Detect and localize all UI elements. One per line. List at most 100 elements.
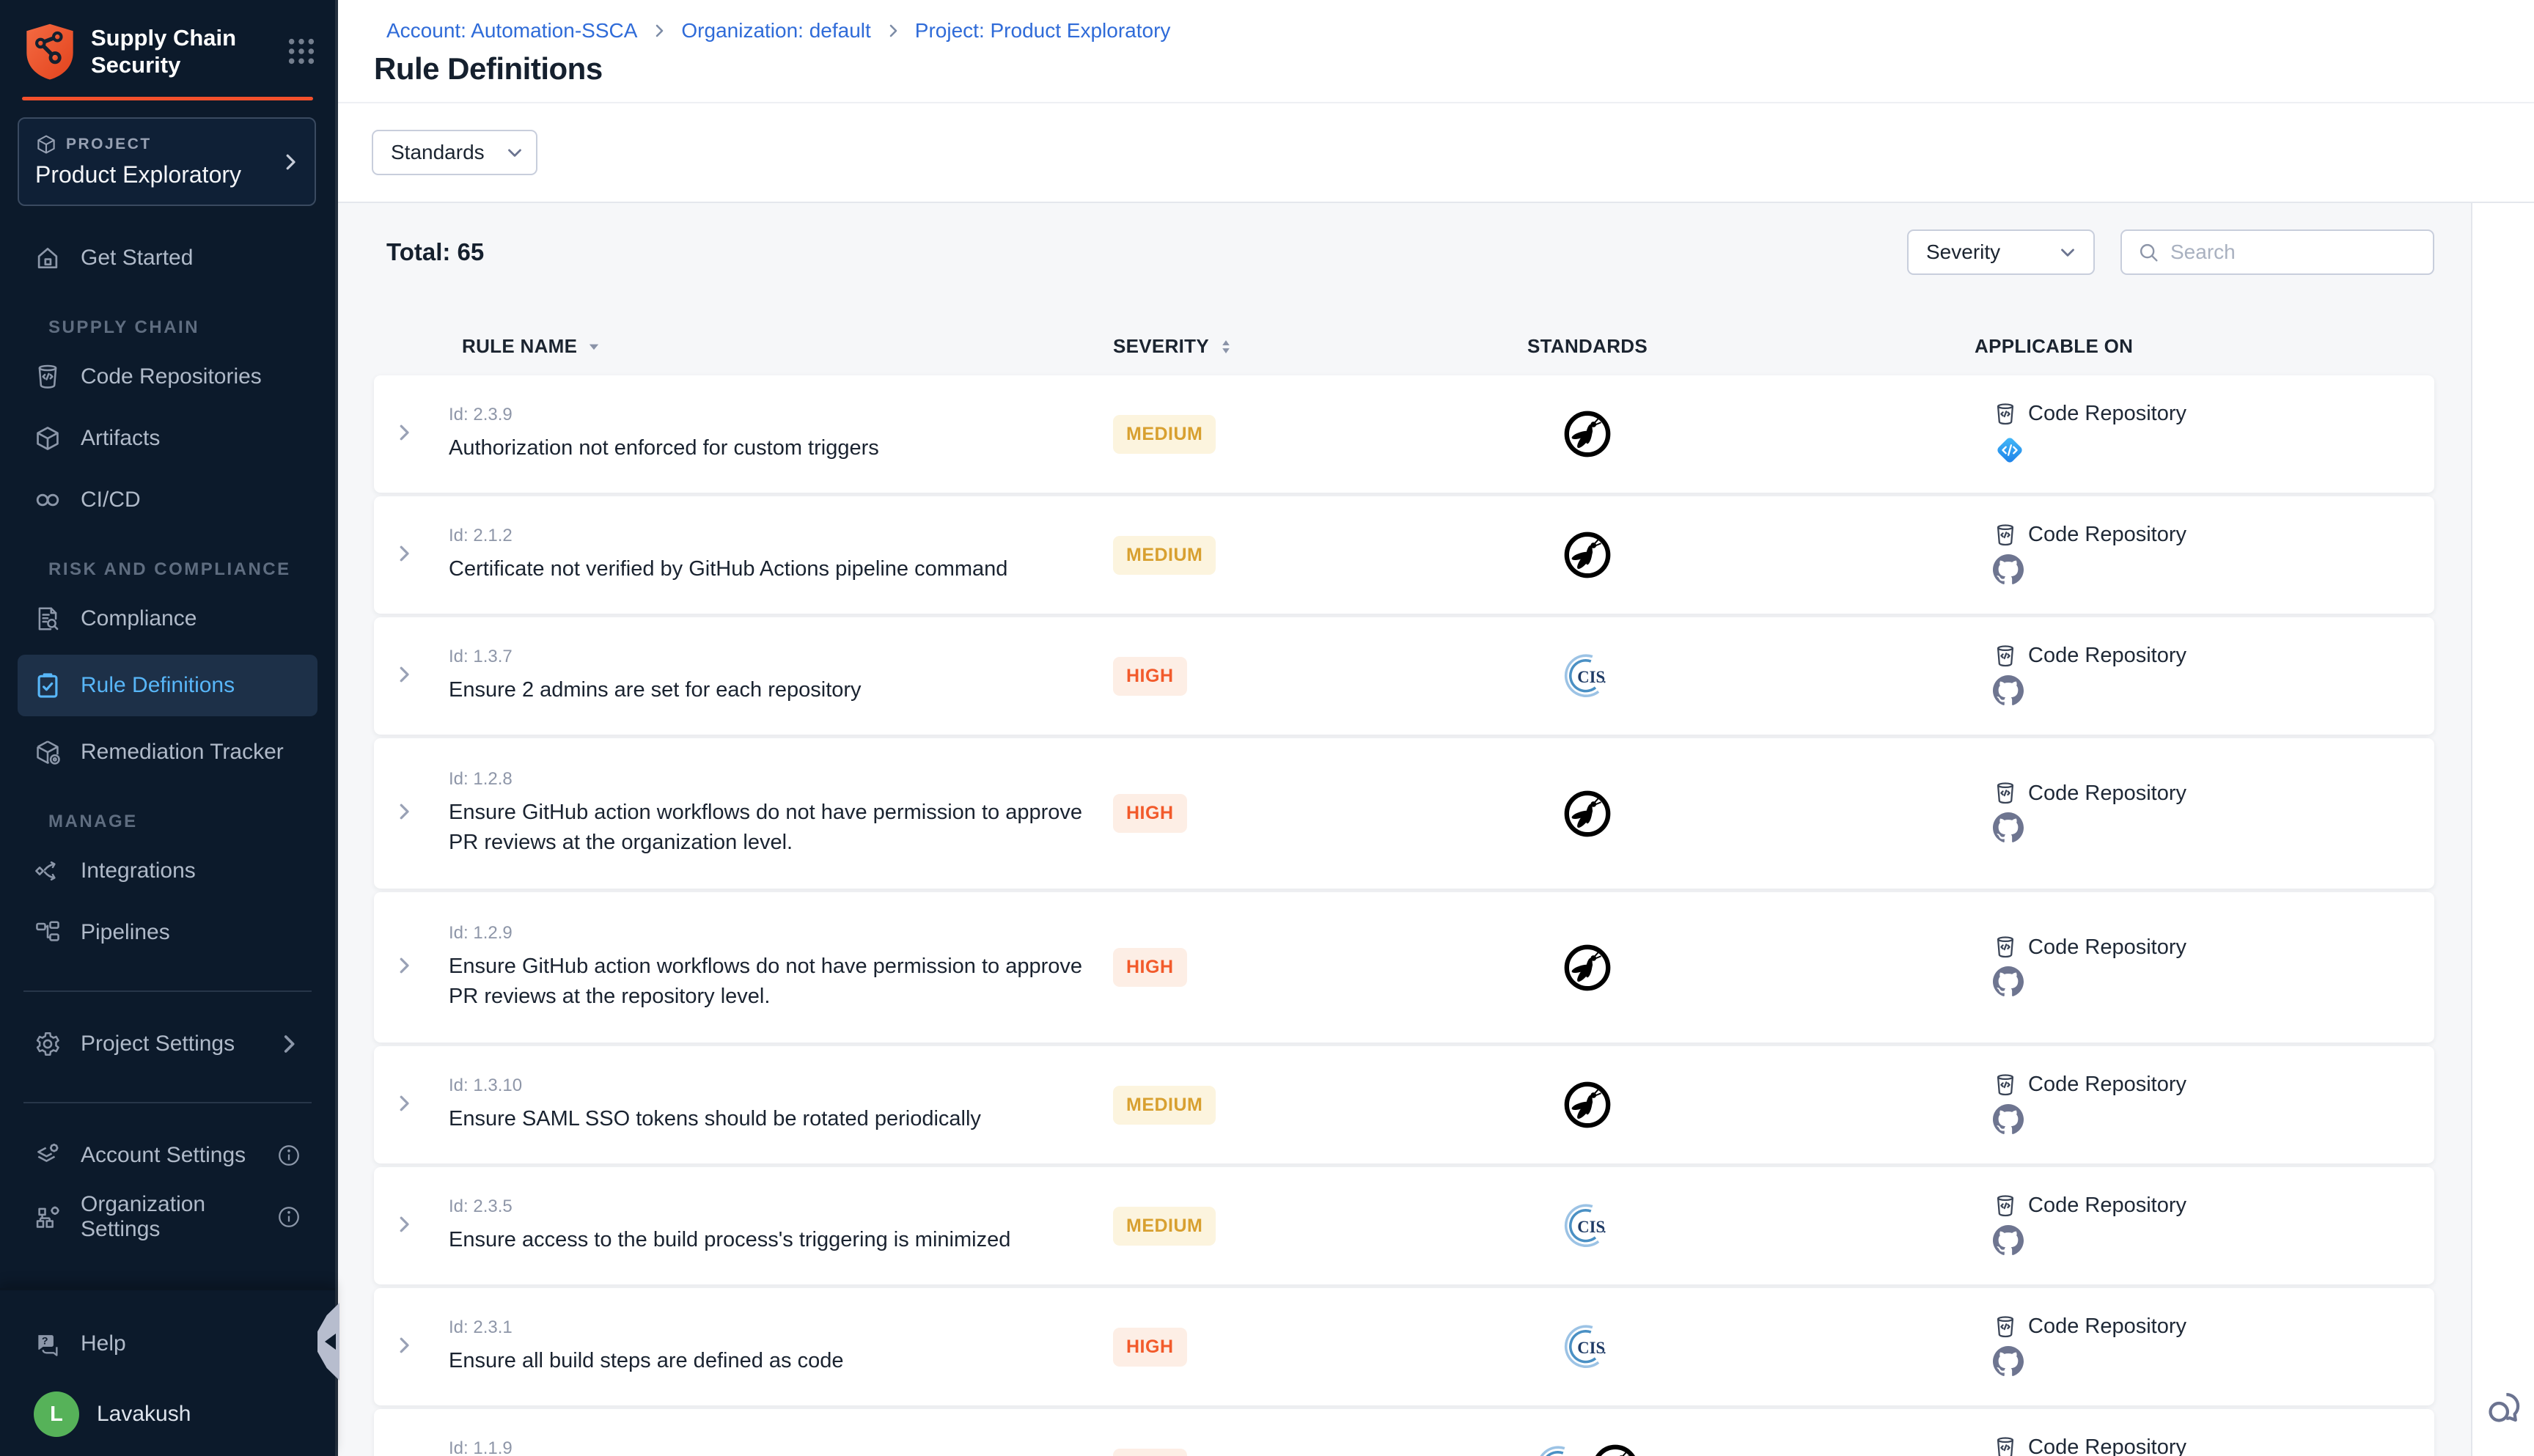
- sidebar-header: Supply Chain Security: [0, 0, 335, 97]
- sidebar-item-artifacts[interactable]: Artifacts: [18, 413, 317, 464]
- row-expand-chevron[interactable]: [374, 663, 449, 689]
- github-icon: [1993, 1104, 2024, 1135]
- sidebar-item-account-settings[interactable]: Account Settings: [18, 1130, 317, 1181]
- sidebar-item-label: Rule Definitions: [81, 673, 235, 698]
- row-expand-chevron[interactable]: [374, 1092, 449, 1118]
- sidebar-item-integrations[interactable]: Integrations: [18, 845, 317, 897]
- severity-badge: HIGH: [1113, 948, 1187, 987]
- breadcrumb-project-link[interactable]: Project: Product Exploratory: [915, 19, 1171, 43]
- user-menu[interactable]: L Lavakush: [18, 1391, 317, 1437]
- page-title: Rule Definitions: [374, 51, 2534, 87]
- app-root: Supply Chain Security PROJECT Product Ex…: [0, 0, 2534, 1456]
- module-accent-bar: [22, 97, 313, 100]
- rule-name: Ensure 2 admins are set for each reposit…: [449, 675, 1101, 705]
- source-provider: [1993, 1104, 2434, 1138]
- rule-name: Ensure GitHub action workflows do not ha…: [449, 798, 1101, 857]
- github-icon: [1993, 1225, 2024, 1256]
- source-provider: [1993, 1225, 2434, 1259]
- github-icon: [1993, 554, 2024, 585]
- breadcrumb-account-link[interactable]: Account: Automation-SSCA: [386, 19, 637, 43]
- severity-badge: MEDIUM: [1113, 415, 1216, 454]
- sidebar-item-get-started[interactable]: Get Started: [18, 232, 317, 284]
- total-count: Total: 65: [374, 238, 484, 266]
- code-repository-icon: [1993, 402, 2018, 427]
- code-repository-icon: [1993, 1073, 2018, 1097]
- sidebar-item-pipelines[interactable]: Pipelines: [18, 907, 317, 958]
- column-header-rule-name[interactable]: RULE NAME: [449, 335, 1113, 358]
- row-expand-chevron[interactable]: [374, 422, 449, 447]
- owasp-standard-icon: [1591, 1444, 1639, 1456]
- code-repository-icon: [1993, 523, 2018, 548]
- standards-icons: [1364, 1444, 1811, 1456]
- standards-icons: [1364, 652, 1811, 700]
- owasp-standard-icon: [1563, 410, 1612, 458]
- info-icon: [276, 1205, 301, 1229]
- integrations-icon: [34, 857, 62, 885]
- applicable-on-text: Code Repository: [2028, 523, 2186, 547]
- sidebar-item-help[interactable]: Help: [18, 1318, 317, 1369]
- row-expand-chevron[interactable]: [374, 801, 449, 826]
- column-header-standards: STANDARDS: [1364, 335, 1811, 358]
- get-started-icon: [34, 244, 62, 272]
- sidebar-section-label: SUPPLY CHAIN: [18, 317, 317, 338]
- sort-icon: [1218, 339, 1234, 355]
- chat-support-icon[interactable]: [2484, 1387, 2524, 1427]
- severity-badge: MEDIUM: [1113, 536, 1216, 575]
- severity-badge: HIGH: [1113, 1328, 1187, 1367]
- code-repository-icon: [1993, 1194, 2018, 1218]
- severity-badge: MEDIUM: [1113, 1207, 1216, 1246]
- cicd-icon: [34, 486, 62, 514]
- source-provider: [1993, 966, 2434, 1000]
- rule-name: Ensure access to the build process's tri…: [449, 1225, 1101, 1255]
- rules-list: Id: 2.3.9 Authorization not enforced for…: [374, 375, 2434, 1456]
- sidebar-item-rule-definitions[interactable]: Rule Definitions: [18, 655, 317, 716]
- table-toolbar: Total: 65 Severity: [374, 228, 2434, 276]
- rule-row: Id: 2.1.2 Certificate not verified by Gi…: [374, 496, 2434, 614]
- standards-dropdown[interactable]: Standards: [372, 130, 537, 175]
- row-expand-chevron[interactable]: [374, 1334, 449, 1360]
- project-selector[interactable]: PROJECT Product Exploratory: [18, 117, 316, 206]
- sidebar-item-remediation-tracker[interactable]: Remediation Tracker: [18, 727, 317, 778]
- row-expand-chevron[interactable]: [374, 955, 449, 980]
- page-header: Account: Automation-SSCA Organization: d…: [338, 0, 2534, 103]
- cis-standard-icon: [1563, 1323, 1612, 1371]
- right-gutter: [2471, 203, 2534, 1456]
- sidebar-item-cicd[interactable]: CI/CD: [18, 474, 317, 526]
- severity-badge: MEDIUM: [1113, 1086, 1216, 1125]
- sidebar-item-organization-settings[interactable]: Organization Settings: [18, 1191, 317, 1243]
- rule-row: Id: 2.3.9 Authorization not enforced for…: [374, 375, 2434, 493]
- severity-dropdown[interactable]: Severity: [1907, 229, 2095, 275]
- project-label: PROJECT: [66, 136, 152, 153]
- sidebar-item-label: Pipelines: [81, 920, 170, 945]
- row-expand-chevron[interactable]: [374, 1213, 449, 1239]
- rules-content: Total: 65 Severity RULE NAME: [338, 203, 2471, 1456]
- column-header-severity[interactable]: SEVERITY: [1113, 335, 1364, 358]
- user-name: Lavakush: [97, 1402, 191, 1427]
- row-expand-chevron[interactable]: [374, 543, 449, 568]
- rule-row: Id: 1.3.7 Ensure 2 admins are set for ea…: [374, 617, 2434, 735]
- harness-code-icon: [1993, 433, 2027, 467]
- chevron-right-icon: [393, 543, 415, 565]
- sidebar-divider: [23, 990, 312, 992]
- module-switcher-grid-icon[interactable]: [287, 37, 316, 66]
- sidebar-item-label: Integrations: [81, 858, 196, 883]
- sidebar-item-label: Account Settings: [81, 1143, 246, 1168]
- search-input[interactable]: [2170, 240, 2418, 264]
- severity-badge: HIGH: [1113, 657, 1187, 696]
- applicable-on-text: Code Repository: [2028, 1315, 2186, 1339]
- organization-settings-icon: [34, 1203, 62, 1231]
- github-icon: [1993, 812, 2024, 843]
- applicable-on-text: Code Repository: [2028, 1073, 2186, 1097]
- breadcrumb-organization-link[interactable]: Organization: default: [681, 19, 870, 43]
- rule-id: Id: 2.3.1: [449, 1317, 1113, 1338]
- chevron-right-icon: [650, 22, 668, 40]
- rule-name: Ensure SAML SSO tokens should be rotated…: [449, 1104, 1101, 1134]
- sidebar-item-project-settings[interactable]: Project Settings: [18, 1018, 317, 1070]
- chevron-right-icon: [884, 22, 902, 40]
- rule-row: Id: 2.3.1 Ensure all build steps are def…: [374, 1288, 2434, 1405]
- rule-row: Id: 1.2.8 Ensure GitHub action workflows…: [374, 738, 2434, 889]
- sidebar-item-code-repositories[interactable]: Code Repositories: [18, 351, 317, 402]
- sidebar-item-compliance[interactable]: Compliance: [18, 593, 317, 644]
- rule-id: Id: 1.3.7: [449, 647, 1113, 667]
- rule-name: Certificate not verified by GitHub Actio…: [449, 554, 1101, 584]
